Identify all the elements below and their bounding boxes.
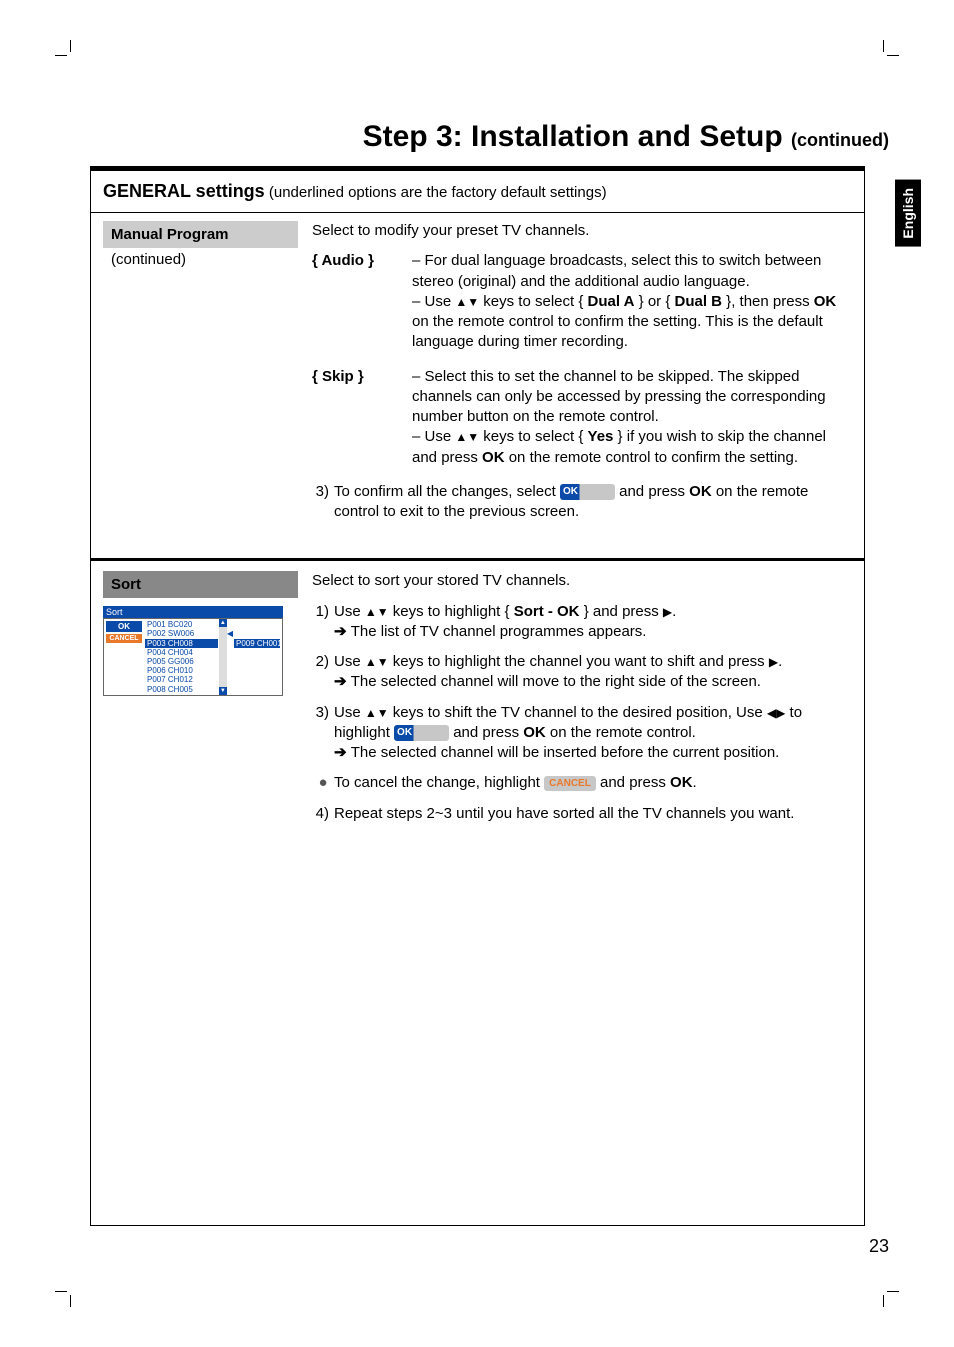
skip-key: { Skip }	[312, 368, 364, 385]
page-title: Step 3: Installation and Setup (continue…	[363, 120, 889, 154]
crop-mark	[869, 1277, 899, 1307]
sort-step-4: 4) Repeat steps 2~3 until you have sorte…	[312, 804, 852, 824]
sort-osd-screenshot: Sort OK CANCEL P001 BC020 P002 SW006 P00…	[103, 606, 283, 696]
cancel-badge: CANCEL	[544, 776, 596, 792]
ok-badge: OK	[560, 484, 615, 500]
sort-step-3-result: The selected channel will be inserted be…	[334, 743, 852, 763]
sort-intro: Select to sort your stored TV channels.	[312, 571, 852, 591]
osd-ok-button: OK	[106, 621, 142, 632]
audio-option: { Audio } – For dual language broadcasts…	[312, 251, 852, 352]
osd-scroll-up-icon: ▲	[219, 619, 227, 627]
up-down-icon: ▲▼	[455, 430, 479, 444]
general-settings-header: GENERAL settings (underlined options are…	[91, 171, 864, 213]
up-down-icon: ▲▼	[365, 655, 389, 669]
crop-mark	[55, 1277, 85, 1307]
skip-desc-2: – Use ▲▼ keys to select { Yes } if you w…	[412, 427, 852, 468]
content-frame: GENERAL settings (underlined options are…	[90, 166, 865, 1226]
skip-option: { Skip } – Select this to set the channe…	[312, 367, 852, 468]
sort-step-3: 3) Use ▲▼ keys to shift the TV channel t…	[312, 703, 852, 764]
header-bold: GENERAL settings	[103, 181, 265, 201]
skip-desc-1: – Select this to set the channel to be s…	[412, 367, 852, 428]
right-icon: ▶	[769, 655, 778, 669]
sort-step-2-result: The selected channel will move to the ri…	[334, 672, 852, 692]
osd-scroll-down-icon: ▼	[219, 687, 227, 695]
sort-step-2: 2) Use ▲▼ keys to highlight the channel …	[312, 652, 852, 693]
manual-intro: Select to modify your preset TV channels…	[312, 221, 852, 241]
sort-label: Sort	[103, 571, 298, 598]
language-tab: English	[895, 180, 921, 247]
sort-step-1: 1) Use ▲▼ keys to highlight { Sort - OK …	[312, 602, 852, 643]
header-rest: (underlined options are the factory defa…	[265, 184, 607, 201]
title-continued: (continued)	[791, 130, 889, 150]
osd-picked-channel: P009 CH001	[234, 639, 280, 648]
audio-desc-1: – For dual language broadcasts, select t…	[412, 251, 852, 292]
page-number: 23	[869, 1236, 889, 1257]
right-icon: ▶	[663, 605, 672, 619]
osd-channel-list: P001 BC020 P002 SW006 P003 CH008 P004 CH…	[144, 619, 219, 695]
sort-step-1-result: The list of TV channel programmes appear…	[334, 622, 852, 642]
osd-title: Sort	[103, 606, 283, 618]
manual-step-3: 3) To confirm all the changes, select OK…	[312, 482, 852, 523]
sort-cancel-bullet: ● To cancel the change, highlight CANCEL…	[312, 773, 852, 793]
osd-cancel-button: CANCEL	[106, 634, 142, 643]
osd-left-arrow-icon: ◀	[227, 619, 234, 695]
audio-desc-2: – Use ▲▼ keys to select { Dual A } or { …	[412, 292, 852, 353]
up-down-icon: ▲▼	[365, 706, 389, 720]
title-main: Step 3: Installation and Setup	[363, 120, 791, 153]
manual-program-continued: (continued)	[103, 251, 298, 268]
up-down-icon: ▲▼	[365, 605, 389, 619]
ok-badge: OK	[394, 725, 449, 741]
crop-mark	[869, 40, 899, 70]
up-down-icon: ▲▼	[455, 295, 479, 309]
audio-key: { Audio }	[312, 252, 374, 269]
left-right-icon: ◀▶	[767, 706, 785, 720]
manual-program-label: Manual Program	[103, 221, 298, 248]
crop-mark	[55, 40, 85, 70]
bullet-icon: ●	[312, 773, 334, 793]
